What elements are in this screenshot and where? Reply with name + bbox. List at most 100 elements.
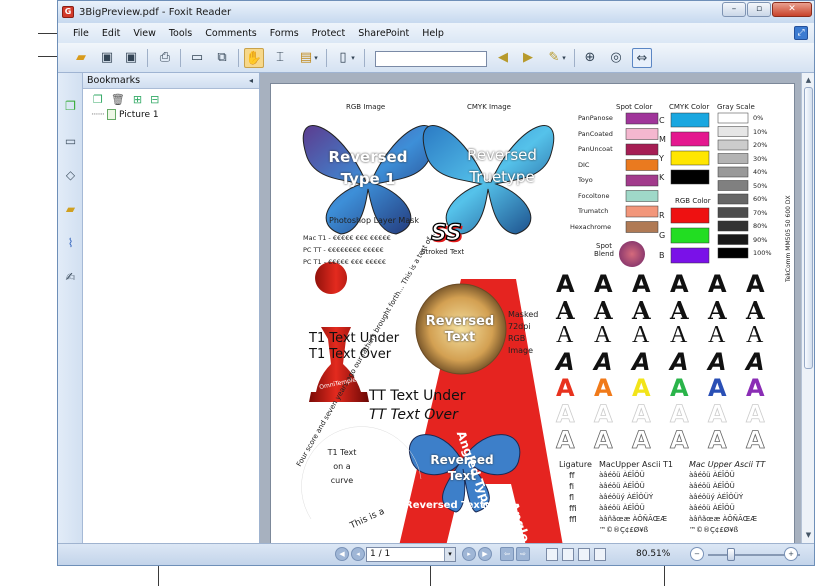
continuous-view-icon[interactable] (562, 548, 574, 561)
scroll-up-icon[interactable]: ▲ (803, 74, 814, 86)
snapshot-icon[interactable]: ⧉ (212, 48, 232, 68)
menu-forms[interactable]: Forms (270, 28, 299, 39)
find-input[interactable] (375, 51, 487, 67)
menu-edit[interactable]: Edit (102, 28, 120, 39)
cmyk-swatch (670, 131, 710, 147)
bookmarks-icon[interactable]: ❐ (62, 98, 79, 115)
find-next-icon[interactable]: ▶ (518, 48, 538, 68)
rgb-swatch (670, 247, 710, 264)
glyph-sample: A (594, 400, 613, 429)
chevron-down-icon[interactable]: ▾ (349, 48, 357, 68)
cmyk-swatch (670, 169, 710, 185)
attachment-icon[interactable]: ⌇ (62, 235, 79, 252)
first-page-icon[interactable]: ◀ (335, 547, 349, 561)
menu-file[interactable]: File (73, 28, 89, 39)
save-as-icon[interactable]: ▣ (121, 48, 141, 68)
signature-icon[interactable]: ✍ (62, 269, 79, 286)
zoom-out-icon[interactable]: − (690, 547, 704, 561)
app-window: G 3BigPreview.pdf - Foxit Reader – ▫ ✕ F… (57, 0, 815, 566)
menu-sharepoint[interactable]: SharePoint (358, 28, 409, 39)
reversed-truetype-text: Reversed Truetype (467, 146, 537, 186)
maximize-button[interactable]: ▫ (747, 2, 771, 17)
glyph-sample: A (632, 426, 651, 455)
layers-icon[interactable]: ◇ (62, 167, 79, 184)
menu-tools[interactable]: Tools (169, 28, 192, 39)
glyph-sample: A (632, 322, 650, 348)
page-number-input[interactable]: 1 / 1 ▾ (366, 547, 456, 562)
expand-bookmark-icon[interactable]: ⊞ (133, 93, 142, 106)
menu-protect[interactable]: Protect (312, 28, 346, 39)
spot-swatch (625, 221, 659, 233)
glyph-sample: A (632, 348, 651, 376)
gray-percent: 10% (753, 127, 768, 136)
find-previous-icon[interactable]: ◀ (493, 48, 513, 68)
ascii-t1-sample: àâéöü ÀÉÎÖÜ (599, 471, 645, 479)
save-icon[interactable]: ▣ (97, 48, 117, 68)
open-folder-icon[interactable]: ▰ (71, 48, 91, 68)
curve-label: T1 Text on a curve (327, 448, 357, 485)
fit-width-icon[interactable]: ⇔ (632, 48, 652, 68)
menu-comments[interactable]: Comments (205, 28, 257, 39)
ribbon-expand-icon[interactable]: ⤢ (794, 26, 808, 40)
spot-swatch (625, 205, 659, 218)
chevron-down-icon[interactable]: ▾ (312, 48, 320, 68)
ligature-label: Ligature (559, 460, 592, 469)
single-page-view-icon[interactable] (546, 548, 558, 561)
menu-view[interactable]: View (133, 28, 156, 39)
menu-help[interactable]: Help (422, 28, 444, 39)
glyph-sample: A (670, 270, 689, 298)
glyph-sample: A (556, 374, 575, 402)
callout-toolbar-line (38, 56, 59, 57)
delete-bookmark-icon[interactable]: 🗑 (111, 93, 125, 106)
chevron-down-icon[interactable]: ▾ (560, 48, 568, 68)
collapse-panel-icon[interactable]: ◂ (249, 73, 253, 88)
collapse-bookmark-icon[interactable]: ⊟ (150, 93, 159, 106)
scroll-down-icon[interactable]: ▼ (803, 529, 814, 541)
go-forward-icon[interactable]: ⇨ (516, 547, 530, 561)
bookmark-item-picture-1[interactable]: Picture 1 (119, 110, 159, 120)
chevron-down-icon[interactable]: ▾ (444, 548, 455, 561)
new-bookmark-icon[interactable]: ❐ (93, 93, 103, 106)
rgb-color-label: RGB Color (675, 197, 711, 205)
gray-scale-swatches (717, 112, 749, 259)
gray-swatch (717, 193, 749, 205)
fit-page-icon[interactable]: ◎ (606, 48, 626, 68)
document-viewport[interactable]: RGB Image CMYK Image Reversed Type 1 Rev… (260, 73, 801, 545)
previous-page-icon[interactable]: ◂ (351, 547, 365, 561)
zoom-icon[interactable]: ⊕ (580, 48, 600, 68)
facing-view-icon[interactable] (578, 548, 590, 561)
rgb-letter: G (659, 231, 666, 240)
ligature-sample: ﬂ (569, 493, 575, 502)
glyph-sample: A (708, 296, 727, 325)
vertical-scrollbar[interactable]: ▲ ▼ (801, 73, 814, 543)
close-button[interactable]: ✕ (772, 2, 812, 17)
next-page-icon[interactable]: ▸ (462, 547, 476, 561)
spot-color-name: Focoltone (578, 191, 610, 200)
zoom-in-icon[interactable]: + (784, 547, 798, 561)
zoom-slider-thumb[interactable] (727, 548, 735, 561)
pages-icon[interactable]: ▭ (62, 133, 79, 150)
glyph-sample: A (708, 322, 726, 348)
glyph-sample: A (594, 270, 613, 298)
spot-swatch (625, 128, 659, 140)
hand-tool-icon[interactable]: ✋ (244, 48, 264, 68)
go-back-icon[interactable]: ⇦ (500, 547, 514, 561)
print-icon[interactable]: ⎙ (155, 48, 175, 68)
toolbar-separator (326, 49, 327, 67)
glyph-sample: A (708, 270, 727, 298)
select-text-icon[interactable]: ⌶ (270, 48, 290, 68)
fullscreen-icon[interactable]: ▭ (187, 48, 207, 68)
scroll-thumb[interactable] (804, 87, 813, 369)
ascii-tt-sample: àâéöü ÀÉÎÖÜ (689, 482, 735, 490)
ascii-tt-sample: àâéöü ÀÉÎÖÜ (689, 504, 735, 512)
last-page-icon[interactable]: ▶ (478, 547, 492, 561)
glyph-sample: A (632, 296, 651, 325)
glyph-sample: A (746, 322, 764, 348)
ligature-sample: ﬃ (569, 504, 577, 513)
minimize-button[interactable]: – (722, 2, 746, 17)
toolbar-separator (147, 49, 148, 67)
continuous-facing-view-icon[interactable] (594, 548, 606, 561)
comments-icon[interactable]: ▰ (62, 201, 79, 218)
title-bar[interactable]: G 3BigPreview.pdf - Foxit Reader – ▫ ✕ (58, 1, 814, 23)
text-on-curve-path (301, 426, 422, 520)
